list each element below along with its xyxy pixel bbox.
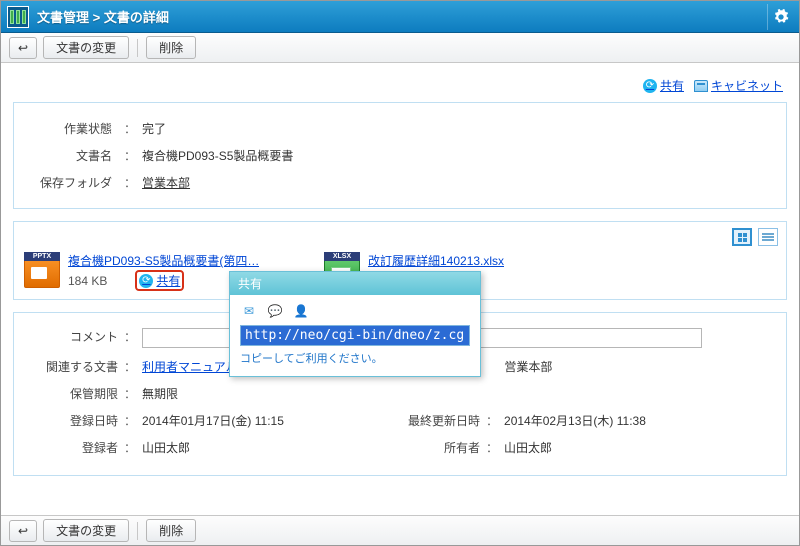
file-size: 184 KB [68, 274, 107, 288]
share-link[interactable]: ⟳ 共有 [643, 77, 684, 94]
detail-block: 作業状態 ： 完了 文書名 ： 複合機PD093-S5製品概要書 保存フォルダ … [13, 102, 787, 209]
retention-value: 無期限 [142, 385, 772, 402]
window: 文書管理 > 文書の詳細 ↩ 文書の変更 削除 ⟳ 共有 キャビネット [0, 0, 800, 546]
folder-label: 保存フォルダ [28, 174, 118, 191]
popup-hint: コピーしてご利用ください。 [240, 350, 470, 366]
popup-title: 共有 [230, 272, 480, 295]
toolbar-bottom: ↩ 文書の変更 削除 [1, 515, 799, 545]
name-value: 複合機PD093-S5製品概要書 [142, 147, 293, 164]
view-grid-button[interactable] [732, 228, 752, 246]
toolbar-top: ↩ 文書の変更 削除 [1, 33, 799, 63]
back-button[interactable]: ↩ [9, 37, 37, 59]
user-icon[interactable]: 👤 [292, 303, 310, 319]
globe-icon: ⟳ [139, 274, 153, 288]
toolbar-separator [137, 39, 138, 57]
related-link[interactable]: 利用者マニュアル [142, 360, 238, 374]
owner-value: 山田太郎 [504, 439, 772, 456]
toolbar-separator [137, 522, 138, 540]
creator-label: 登録者 [28, 439, 118, 456]
gear-icon [773, 9, 789, 25]
related-folder: 営業本部 [504, 360, 552, 374]
pptx-icon [24, 252, 60, 288]
breadcrumb: 文書管理 > 文書の詳細 [37, 7, 169, 26]
settings-button[interactable] [767, 4, 793, 30]
name-label: 文書名 [28, 147, 118, 164]
created-value: 2014年01月17日(金) 11:15 [142, 412, 400, 429]
delete-button-bottom[interactable]: 削除 [146, 519, 196, 542]
comment-label: コメント [28, 328, 118, 348]
globe-icon: ⟳ [643, 79, 657, 93]
owner-label: 所有者 [400, 439, 480, 456]
status-value: 完了 [142, 120, 166, 137]
edit-document-button[interactable]: 文書の変更 [43, 36, 129, 59]
folder-link[interactable]: 営業本部 [142, 174, 190, 191]
creator-value: 山田太郎 [142, 439, 400, 456]
cabinet-link[interactable]: キャビネット [694, 77, 783, 94]
breadcrumb-current: 文書の詳細 [104, 10, 169, 25]
edit-document-button-bottom[interactable]: 文書の変更 [43, 519, 129, 542]
action-bar: ⟳ 共有 キャビネット [13, 75, 787, 102]
retention-label: 保管期限 [28, 385, 118, 402]
view-toggle [732, 228, 778, 246]
related-label: 関連する文書 [28, 358, 118, 375]
status-label: 作業状態 [28, 120, 118, 137]
back-icon: ↩ [18, 524, 28, 538]
share-popup: 共有 ✉ 💬 👤 コピーしてご利用ください。 [229, 271, 481, 377]
mail-icon[interactable]: ✉ [240, 303, 258, 319]
file-share-link[interactable]: ⟳ 共有 [137, 272, 182, 289]
breadcrumb-root: 文書管理 [37, 10, 89, 25]
app-icon [7, 6, 29, 28]
file-name-link[interactable]: 改訂履歴詳細140213.xlsx [368, 252, 504, 269]
back-icon: ↩ [18, 41, 28, 55]
chat-icon[interactable]: 💬 [266, 303, 284, 319]
file-name-link[interactable]: 複合機PD093-S5製品概要書(第四… [68, 252, 259, 269]
cabinet-icon [694, 80, 708, 92]
updated-value: 2014年02月13日(木) 11:38 [504, 412, 772, 429]
back-button-bottom[interactable]: ↩ [9, 520, 37, 542]
view-list-button[interactable] [758, 228, 778, 246]
updated-label: 最終更新日時 [400, 412, 480, 429]
delete-button[interactable]: 削除 [146, 36, 196, 59]
titlebar: 文書管理 > 文書の詳細 [1, 1, 799, 33]
share-url-input[interactable] [240, 325, 470, 346]
created-label: 登録日時 [28, 412, 118, 429]
